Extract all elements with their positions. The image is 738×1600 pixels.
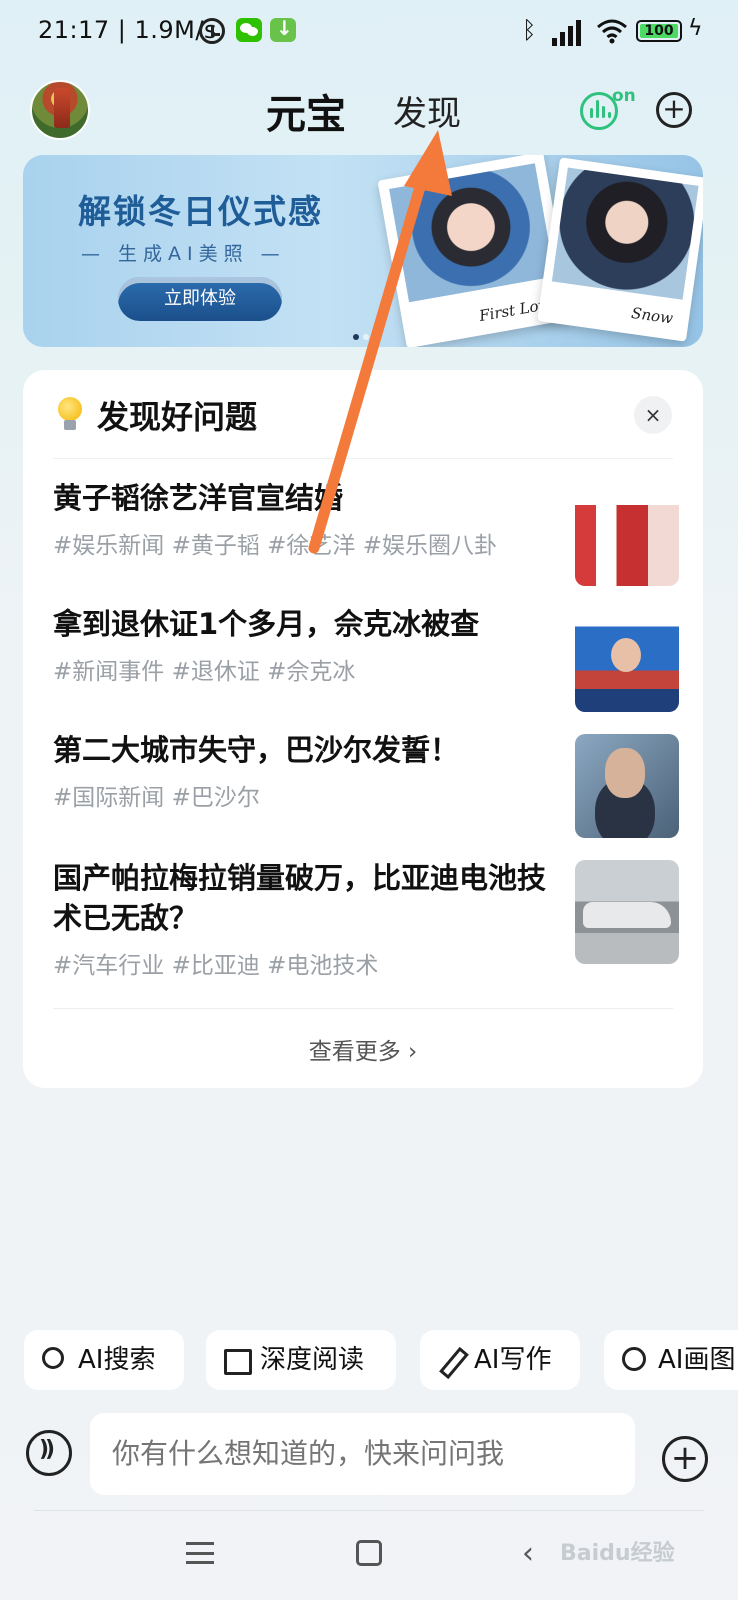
promo-banner[interactable]: 解锁冬日仪式感 — 生成AI美照 — 立即体验 First Love Snow: [23, 155, 703, 347]
list-item[interactable]: 国产帕拉梅拉销量破万，比亚迪电池技术已无敌？ #汽车行业 #比亚迪 #电池技术: [53, 858, 679, 980]
pen-icon: [438, 1347, 464, 1373]
tab-yuanbao[interactable]: 元宝: [266, 82, 346, 140]
chip-label: AI搜索: [78, 1345, 156, 1375]
discover-title: 发现好问题: [97, 398, 258, 436]
palette-icon: [622, 1347, 646, 1371]
news-thumbnail: [575, 482, 679, 586]
news-thumbnail: [575, 734, 679, 838]
news-thumbnail: [575, 608, 679, 712]
divider: [34, 1510, 704, 1511]
signal-icon: [548, 18, 582, 46]
wechat-icon: [236, 18, 262, 42]
chip-label: AI写作: [474, 1345, 552, 1375]
battery-level: 100: [644, 23, 674, 39]
news-thumbnail: [575, 860, 679, 964]
list-item[interactable]: 黄子韬徐艺洋官宣结婚 #娱乐新闻 #黄子韬 #徐艺洋 #娱乐圈八卦: [53, 478, 679, 586]
banner-subtitle: — 生成AI美照 —: [81, 243, 286, 265]
nav-home-icon[interactable]: [356, 1540, 382, 1566]
list-item[interactable]: 拿到退休证1个多月，佘克冰被查 #新闻事件 #退休证 #佘克冰: [53, 604, 679, 712]
chip-label: 深度阅读: [260, 1345, 365, 1375]
status-bar: 21:17 | 1.9M/s ᛒ 100 ϟ: [0, 0, 738, 64]
feature-chips: AI搜索 深度阅读 AI写作 AI画图: [24, 1330, 738, 1392]
question-text: 拿到退休证1个多月，佘克冰被查: [53, 607, 480, 641]
photo-caption: Snow: [630, 303, 675, 328]
wifi-icon: [596, 18, 628, 44]
chip-ai-writing[interactable]: AI写作: [420, 1330, 580, 1390]
bluetooth-icon: ᛒ: [522, 16, 537, 44]
try-now-button[interactable]: 立即体验: [118, 277, 282, 321]
banner-photo-boy: Snow: [537, 157, 703, 342]
close-button[interactable]: ×: [634, 396, 672, 434]
add-attachment-button[interactable]: +: [662, 1436, 708, 1482]
new-chat-button[interactable]: +: [656, 92, 692, 128]
banner-title: 解锁冬日仪式感: [78, 192, 323, 231]
question-text: 黄子韬徐艺洋官宣结婚: [53, 481, 344, 515]
chat-input[interactable]: [90, 1413, 635, 1495]
book-icon: [224, 1347, 252, 1375]
chip-deep-reading[interactable]: 深度阅读: [206, 1330, 396, 1390]
divider: [53, 1008, 673, 1009]
status-time: 21:17 | 1.9M/s: [38, 16, 217, 44]
divider: [53, 458, 673, 459]
list-item[interactable]: 第二大城市失守，巴沙尔发誓！ #国际新闻 #巴沙尔: [53, 730, 679, 838]
discover-card: 发现好问题 × 黄子韬徐艺洋官宣结婚 #娱乐新闻 #黄子韬 #徐艺洋 #娱乐圈八…: [23, 370, 703, 1088]
alarm-icon: [199, 18, 225, 44]
avatar[interactable]: [30, 80, 90, 140]
battery-icon: 100: [636, 20, 682, 42]
voice-on-badge: on: [612, 86, 636, 106]
search-icon: [42, 1347, 64, 1369]
tab-discover[interactable]: 发现: [393, 86, 461, 135]
nav-menu-icon[interactable]: [186, 1542, 214, 1564]
chip-ai-search[interactable]: AI搜索: [24, 1330, 184, 1390]
watermark: Baidu经验: [560, 1541, 675, 1566]
lightbulb-icon: [55, 397, 85, 433]
chip-ai-drawing[interactable]: AI画图: [604, 1330, 738, 1390]
view-more-link[interactable]: 查看更多 ›: [23, 1032, 703, 1066]
carousel-dots: [353, 325, 373, 344]
charging-icon: ϟ: [688, 16, 703, 41]
question-text: 国产帕拉梅拉销量破万，比亚迪电池技术已无敌？: [53, 861, 547, 935]
download-icon: [270, 16, 296, 42]
nav-back-icon[interactable]: ‹: [522, 1536, 534, 1571]
chip-label: AI画图: [658, 1345, 736, 1375]
question-text: 第二大城市失守，巴沙尔发誓！: [53, 733, 460, 767]
voice-input-icon[interactable]: [26, 1430, 72, 1476]
